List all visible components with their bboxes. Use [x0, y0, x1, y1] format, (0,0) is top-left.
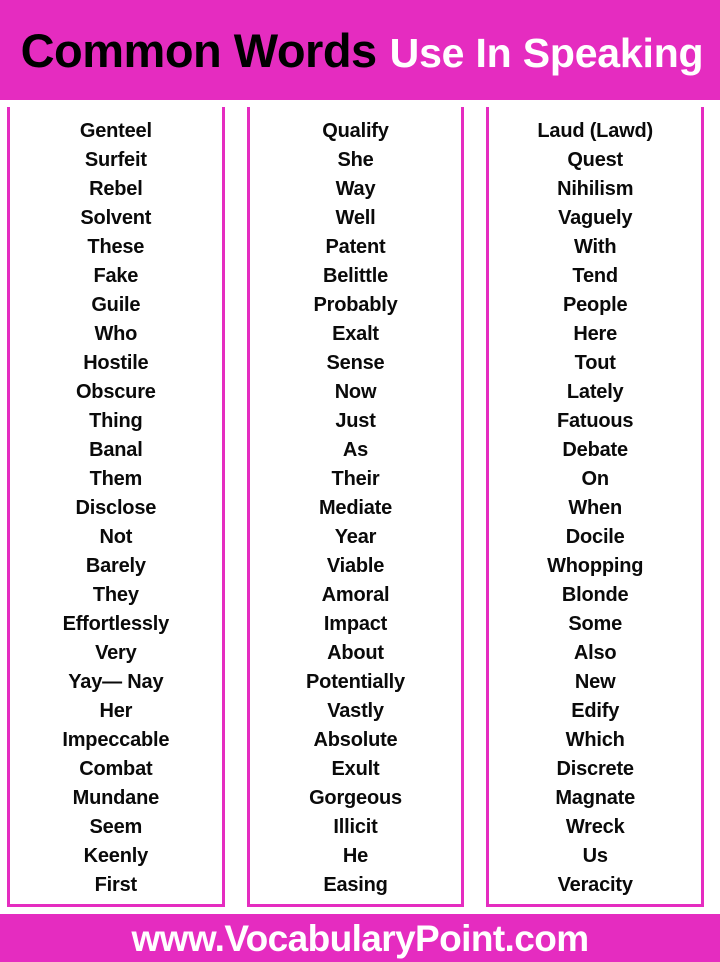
word-item: With [574, 236, 617, 258]
word-item: Impact [323, 613, 388, 635]
word-item: Edify [571, 700, 620, 722]
word-item: New [574, 671, 616, 693]
word-item: Docile [565, 526, 625, 548]
word-item: Yay— Nay [68, 671, 164, 693]
word-item: Vaguely [558, 207, 633, 229]
word-item: When [568, 497, 622, 519]
poster-title: Common Words Use In Speaking [21, 27, 704, 74]
word-item: Banal [89, 439, 143, 461]
word-columns-area: Genteel Surfeit Rebel Solvent These Fake Guile… [0, 100, 720, 914]
word-column-1: Genteel Surfeit Rebel Solvent These Fake Guile… [7, 107, 225, 907]
word-item: Laud (Lawd) [537, 120, 653, 142]
word-item: On [581, 468, 609, 490]
word-item: Which [565, 729, 625, 751]
word-item: Guile [91, 294, 141, 316]
word-item: Quest [567, 149, 624, 171]
word-item: Seem [89, 816, 143, 838]
word-item: Qualify [322, 120, 389, 142]
word-item: About [327, 642, 384, 664]
word-item: Way [335, 178, 376, 200]
website-url: www.VocabularyPoint.com [131, 917, 589, 959]
word-item: Us [582, 845, 608, 867]
word-item: Not [99, 526, 133, 548]
word-item: Fatuous [556, 410, 634, 432]
word-item: Just [335, 410, 376, 432]
word-item: Veracity [557, 874, 633, 896]
page-title-primary: Common Words [20, 23, 378, 77]
word-item: Year [334, 526, 377, 548]
word-item: Absolute [313, 729, 398, 751]
page-title-secondary: Use In Speaking [389, 29, 704, 76]
word-item: Obscure [75, 381, 156, 403]
word-item: Who [94, 323, 138, 345]
word-item: Their [331, 468, 380, 490]
word-item: Gorgeous [309, 787, 402, 809]
word-item: Whopping [547, 555, 644, 577]
word-column-3: Laud (Lawd) Quest Nihilism Vaguely With Tend P… [486, 107, 705, 907]
word-item: Patent [325, 236, 386, 258]
word-item: Keenly [83, 845, 149, 867]
word-item: Nihilism [557, 178, 634, 200]
word-item: He [342, 845, 369, 867]
word-item: Probably [313, 294, 398, 316]
word-item: Discrete [556, 758, 635, 780]
word-item: Belittle [322, 265, 389, 287]
word-item: Debate [562, 439, 628, 461]
word-item: People [562, 294, 628, 316]
word-item: They [92, 584, 139, 606]
word-item: Amoral [321, 584, 390, 606]
word-item: Lately [566, 381, 624, 403]
word-item: Impeccable [62, 729, 170, 751]
word-item: Blonde [561, 584, 629, 606]
word-item: Viable [326, 555, 385, 577]
word-item: Potentially [306, 671, 405, 693]
word-item: Illicit [333, 816, 378, 838]
poster-header: Common Words Use In Speaking [0, 0, 720, 100]
word-item: Effortlessly [62, 613, 170, 635]
word-item: Very [95, 642, 137, 664]
word-item: Surfeit [84, 149, 147, 171]
word-item: Easing [323, 874, 388, 896]
word-item: Combat [79, 758, 153, 780]
word-item: Hostile [83, 352, 149, 374]
word-item: Also [573, 642, 617, 664]
word-item: Barely [85, 555, 146, 577]
word-item: Some [568, 613, 623, 635]
poster-footer: www.VocabularyPoint.com [0, 914, 720, 962]
word-item: Well [335, 207, 376, 229]
word-item: Her [99, 700, 133, 722]
word-item: Wreck [565, 816, 625, 838]
word-list-poster: Common Words Use In Speaking Genteel Surf… [0, 0, 720, 962]
word-item: Now [334, 381, 377, 403]
word-item: Solvent [80, 207, 152, 229]
word-item: Sense [326, 352, 385, 374]
word-item: Disclose [75, 497, 157, 519]
word-item: Vastly [327, 700, 384, 722]
word-item: Here [573, 323, 618, 345]
word-item: Magnate [555, 787, 636, 809]
word-item: Thing [89, 410, 143, 432]
word-item: Fake [93, 265, 139, 287]
word-item: Tend [572, 265, 618, 287]
word-item: Exalt [332, 323, 379, 345]
word-item: As [342, 439, 369, 461]
word-item: These [87, 236, 145, 258]
word-column-2: Qualify She Way Well Patent Belittle Probably E… [246, 107, 465, 907]
word-item: Genteel [79, 120, 152, 142]
word-item: Tout [574, 352, 616, 374]
word-item: First [94, 874, 138, 896]
word-item: Mundane [72, 787, 160, 809]
word-item: Rebel [89, 178, 143, 200]
word-item: Mediate [318, 497, 393, 519]
word-item: She [337, 149, 374, 171]
word-item: Exult [331, 758, 380, 780]
word-item: Them [89, 468, 143, 490]
